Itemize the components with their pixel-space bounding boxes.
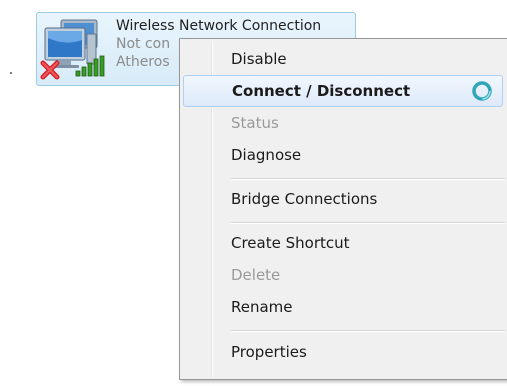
menu-item-properties[interactable]: Properties [183, 337, 503, 369]
menu-item-connect-disconnect-label: Connect / Disconnect [232, 82, 411, 100]
menu-separator [231, 330, 505, 332]
red-x-icon [39, 59, 61, 81]
menu-item-status[interactable]: Status [183, 108, 503, 140]
menu-item-rename[interactable]: Rename [183, 292, 503, 324]
network-name: Wireless Network Connection [116, 18, 322, 34]
desktop-background: Wireless Network Connection Not con Athe… [0, 0, 507, 386]
menu-item-diagnose[interactable]: Diagnose [183, 140, 503, 172]
spinner-icon [472, 81, 492, 101]
menu-item-bridge-connections[interactable]: Bridge Connections [183, 184, 503, 216]
menu-item-create-shortcut[interactable]: Create Shortcut [183, 228, 503, 260]
menu-item-delete[interactable]: Delete [183, 260, 503, 292]
menu-item-connect-disconnect[interactable]: Connect / Disconnect [183, 75, 503, 107]
menu-separator [231, 222, 505, 224]
menu-item-disable[interactable]: Disable [183, 44, 503, 76]
menu-separator [231, 178, 505, 180]
signal-bars-icon [75, 55, 105, 77]
context-menu: Disable Connect / Disconnect Status Diag… [179, 38, 507, 380]
decorative-dot [10, 72, 12, 74]
